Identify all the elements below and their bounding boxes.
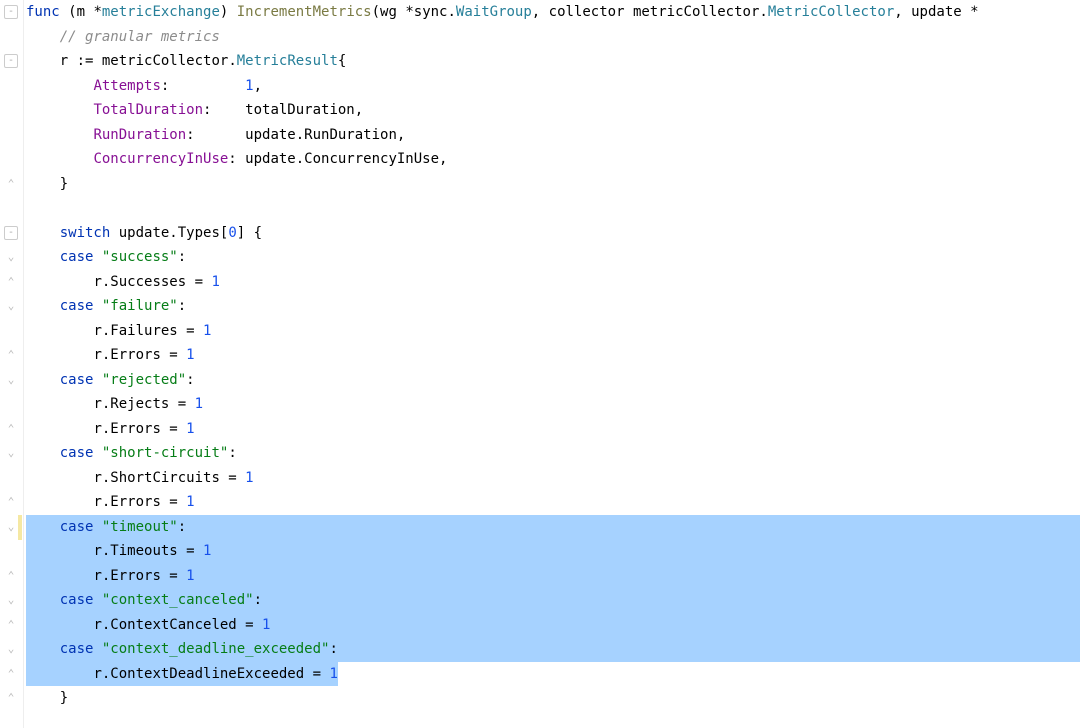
code-line[interactable]: switch update.Types[0] { [26,221,1080,246]
structure-mark-icon: ⌄ [4,299,18,313]
structure-mark-icon: ⌃ [4,177,18,191]
structure-mark-icon: ⌃ [4,275,18,289]
code-line[interactable]: case "context_deadline_exceeded": [26,637,1080,662]
structure-mark-icon: ⌄ [4,250,18,264]
gutter[interactable]: - - ⌃ - ⌄ ⌃ ⌄ ⌃ ⌄ ⌃ ⌄ ⌃ ⌄ ⌃ ⌄ ⌃ ⌄ ⌃ ⌃ [0,0,24,728]
code-line[interactable]: r.ContextDeadlineExceeded = 1 [26,662,1080,687]
structure-mark-icon: ⌄ [4,520,18,534]
structure-mark-icon: ⌃ [4,348,18,362]
fold-toggle-icon[interactable]: - [4,5,18,19]
code-line[interactable]: case "context_canceled": [26,588,1080,613]
code-line[interactable]: r.Failures = 1 [26,319,1080,344]
code-editor[interactable]: - - ⌃ - ⌄ ⌃ ⌄ ⌃ ⌄ ⌃ ⌄ ⌃ ⌄ ⌃ ⌄ ⌃ ⌄ ⌃ ⌃ func (m *metricExcha… [0,0,1080,728]
code-line[interactable]: r.Successes = 1 [26,270,1080,295]
code-line[interactable]: func (m *metricExchange) IncrementMetric… [26,0,1080,25]
code-line[interactable]: case "failure": [26,294,1080,319]
code-line[interactable]: case "rejected": [26,368,1080,393]
code-line[interactable]: r.Errors = 1 [26,417,1080,442]
code-line[interactable]: r.Timeouts = 1 [26,539,1080,564]
code-line[interactable] [26,196,1080,221]
code-line[interactable]: } [26,686,1080,711]
code-line[interactable]: case "success": [26,245,1080,270]
code-line[interactable]: r := metricCollector.MetricResult{ [26,49,1080,74]
code-line[interactable]: r.Errors = 1 [26,343,1080,368]
code-area[interactable]: func (m *metricExchange) IncrementMetric… [24,0,1080,728]
structure-mark-icon: ⌄ [4,642,18,656]
code-line[interactable]: RunDuration: update.RunDuration, [26,123,1080,148]
code-line[interactable]: r.Rejects = 1 [26,392,1080,417]
code-line[interactable]: ConcurrencyInUse: update.ConcurrencyInUs… [26,147,1080,172]
structure-mark-icon: ⌃ [4,691,18,705]
change-marker [18,515,22,540]
code-line[interactable]: r.ShortCircuits = 1 [26,466,1080,491]
structure-mark-icon: ⌃ [4,667,18,681]
fold-toggle-icon[interactable]: - [4,54,18,68]
code-line[interactable]: TotalDuration: totalDuration, [26,98,1080,123]
structure-mark-icon: ⌃ [4,495,18,509]
code-line[interactable]: Attempts: 1, [26,74,1080,99]
structure-mark-icon: ⌃ [4,618,18,632]
structure-mark-icon: ⌄ [4,373,18,387]
code-line[interactable]: r.ContextCanceled = 1 [26,613,1080,638]
code-line[interactable]: r.Errors = 1 [26,564,1080,589]
structure-mark-icon: ⌄ [4,593,18,607]
structure-mark-icon: ⌃ [4,569,18,583]
code-line[interactable]: case "timeout": [26,515,1080,540]
code-line[interactable]: case "short-circuit": [26,441,1080,466]
fold-toggle-icon[interactable]: - [4,226,18,240]
code-line[interactable]: r.Errors = 1 [26,490,1080,515]
code-line[interactable]: // granular metrics [26,25,1080,50]
structure-mark-icon: ⌄ [4,446,18,460]
structure-mark-icon: ⌃ [4,422,18,436]
code-line[interactable]: } [26,172,1080,197]
